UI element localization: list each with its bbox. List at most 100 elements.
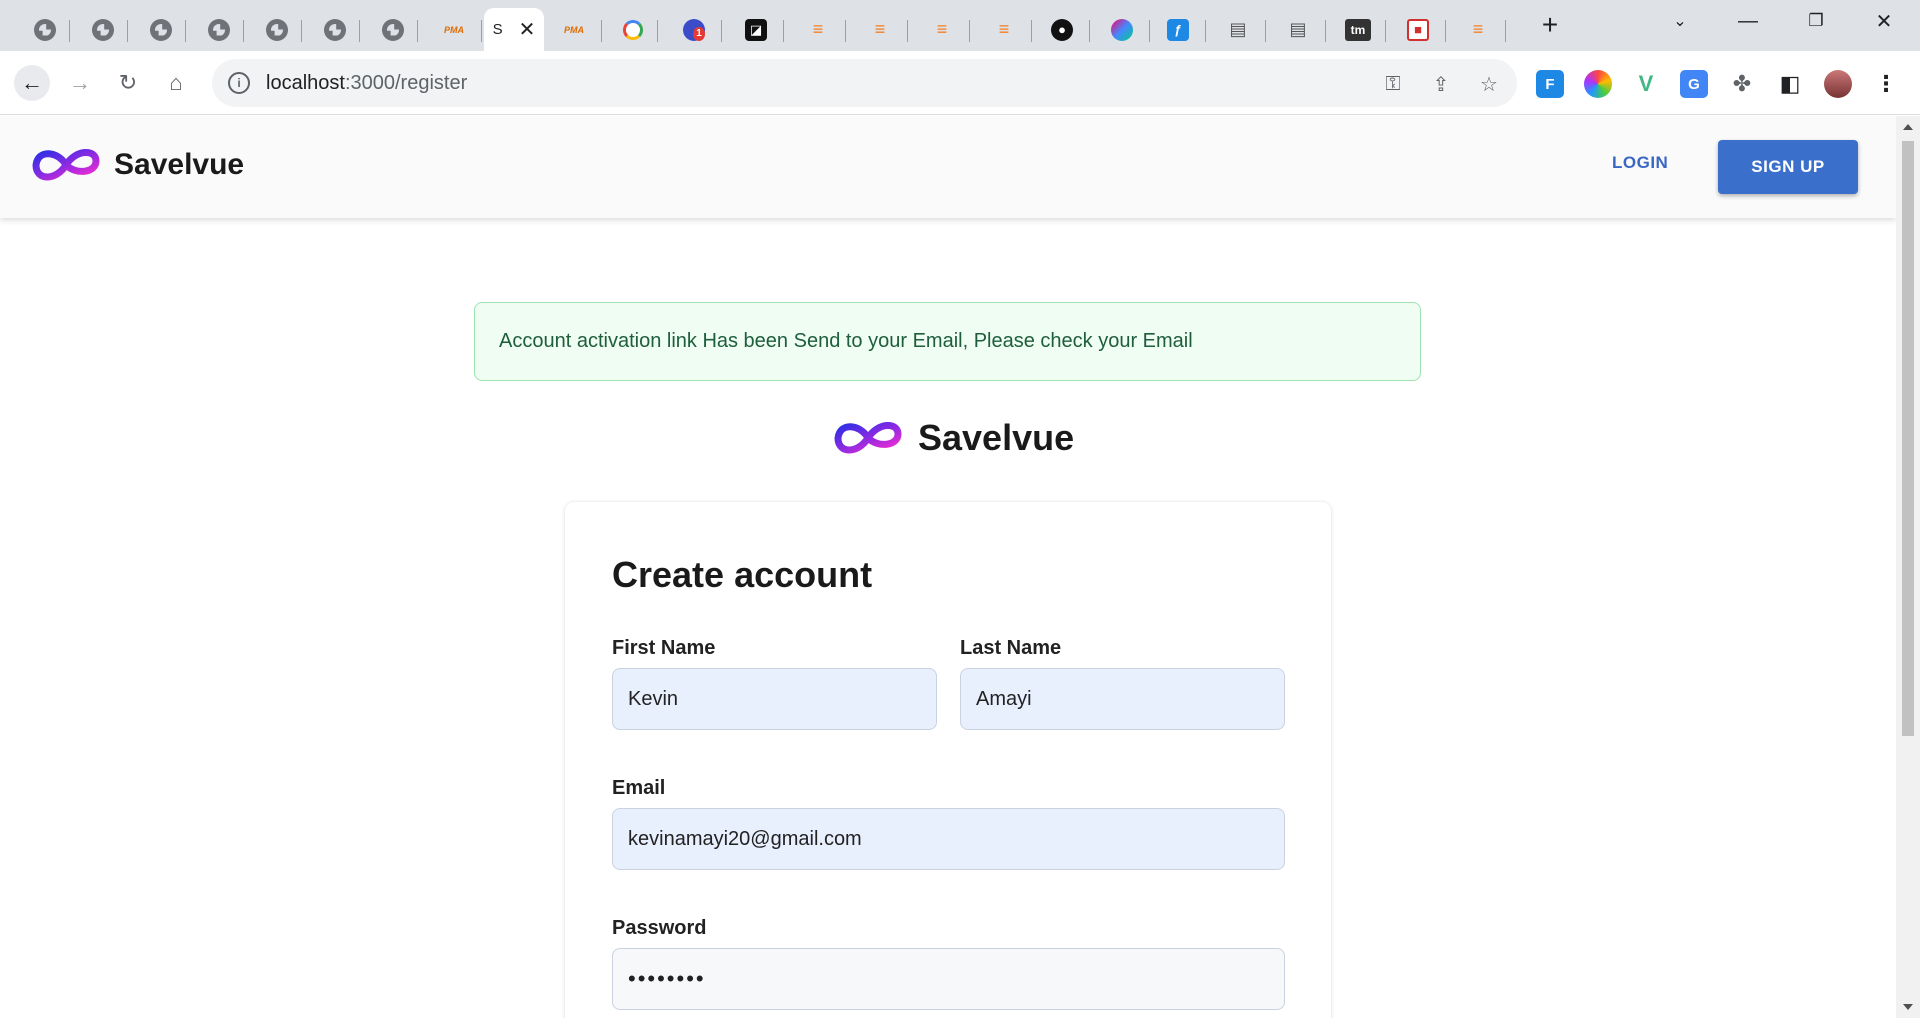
- browser-tab-stackoverflow[interactable]: ≡: [914, 8, 970, 51]
- browser-tab[interactable]: [136, 8, 186, 51]
- page-scrollbar[interactable]: [1896, 116, 1920, 1018]
- color-picker-icon[interactable]: [1584, 70, 1612, 98]
- document-icon: ▤: [1289, 19, 1307, 39]
- browser-tab-strip: PMA S ✕ PMA 1 ◪ ≡ ≡ ≡ ≡ ● ƒ ▤ ▤ tm ■ ≡ +…: [0, 0, 1920, 51]
- browser-tab[interactable]: [1094, 8, 1150, 51]
- browser-tab-pma[interactable]: PMA: [546, 8, 602, 51]
- globe-icon: [382, 18, 404, 41]
- browser-tab-github[interactable]: ●: [1034, 8, 1090, 51]
- register-card: Create account First Name Last Name Emai…: [564, 501, 1332, 1018]
- reload-icon[interactable]: ↻: [110, 65, 146, 101]
- browser-tab-active[interactable]: S ✕: [484, 8, 544, 51]
- close-window-icon[interactable]: ✕: [1864, 6, 1904, 36]
- email-label: Email: [612, 777, 666, 799]
- address-bar[interactable]: i localhost:3000/register ⚿ ⇪ ☆: [212, 59, 1517, 107]
- restore-icon[interactable]: ❐: [1796, 6, 1836, 36]
- phpmyadmin-icon: PMA: [564, 24, 584, 35]
- brand-name: Savelvue: [114, 148, 245, 181]
- tab-title: S: [492, 21, 503, 38]
- document-icon: ▤: [1229, 19, 1247, 39]
- url-text[interactable]: localhost:3000/register: [266, 72, 467, 95]
- last-name-input[interactable]: [960, 668, 1285, 730]
- vue-devtools-icon[interactable]: V: [1632, 70, 1660, 98]
- app-icon: ◪: [745, 18, 767, 41]
- browser-tab[interactable]: ■: [1390, 8, 1446, 51]
- browser-tab[interactable]: 1: [666, 8, 722, 51]
- puzzle-icon[interactable]: ✤: [1728, 70, 1756, 98]
- scrollbar-thumb[interactable]: [1902, 141, 1914, 736]
- back-arrow-icon[interactable]: ←: [14, 65, 50, 101]
- form-title: Create account: [612, 554, 873, 595]
- success-alert: Account activation link Has been Send to…: [474, 302, 1421, 381]
- github-icon: ●: [1051, 18, 1073, 41]
- close-icon[interactable]: ✕: [519, 17, 536, 42]
- password-label: Password: [612, 917, 707, 939]
- home-icon[interactable]: ⌂: [158, 65, 194, 101]
- browser-tab[interactable]: ▤: [1270, 8, 1326, 51]
- globe-icon: [150, 18, 172, 41]
- email-input[interactable]: [612, 808, 1285, 870]
- scroll-down-arrow-icon[interactable]: [1903, 1004, 1913, 1010]
- tab-search-icon[interactable]: ⌄: [1660, 6, 1700, 36]
- bookmark-star-icon[interactable]: ☆: [1476, 71, 1502, 97]
- pdf-icon: ■: [1407, 18, 1429, 41]
- browser-tab[interactable]: [78, 8, 128, 51]
- infinity-logo-icon: [834, 422, 902, 454]
- key-icon[interactable]: ⚿: [1380, 71, 1406, 97]
- infinity-logo-icon: [32, 149, 100, 181]
- browser-tab[interactable]: [310, 8, 360, 51]
- globe-icon: [266, 18, 288, 41]
- stackoverflow-icon: ≡: [1472, 19, 1484, 39]
- globe-icon: [208, 18, 230, 41]
- first-name-label: First Name: [612, 637, 716, 659]
- browser-tab-pma[interactable]: PMA: [426, 8, 482, 51]
- globe-icon: [92, 18, 114, 41]
- side-panel-icon[interactable]: ◧: [1776, 70, 1804, 98]
- stackoverflow-icon: ≡: [936, 19, 948, 39]
- extension-icon[interactable]: F: [1536, 70, 1564, 98]
- minimize-icon[interactable]: —: [1728, 6, 1768, 36]
- login-link[interactable]: LOGIN: [1612, 153, 1668, 173]
- app-icon: tm: [1345, 18, 1371, 41]
- browser-tab[interactable]: [252, 8, 302, 51]
- browser-tab[interactable]: [20, 8, 70, 51]
- password-input[interactable]: [612, 948, 1285, 1010]
- browser-tab[interactable]: ƒ: [1150, 8, 1206, 51]
- info-icon[interactable]: i: [228, 72, 250, 94]
- avatar[interactable]: [1824, 70, 1852, 98]
- site-navbar: Savelvue LOGIN SIGN UP: [0, 116, 1896, 218]
- globe-icon: [34, 18, 56, 41]
- brand-name: Savelvue: [918, 417, 1075, 458]
- signup-button[interactable]: SIGN UP: [1718, 140, 1858, 194]
- globe-icon: [324, 18, 346, 41]
- browser-tab-stackoverflow[interactable]: ≡: [852, 8, 908, 51]
- browser-tab[interactable]: ▤: [1210, 8, 1266, 51]
- google-icon: [623, 19, 643, 40]
- forward-arrow-icon[interactable]: →: [62, 65, 98, 101]
- page-viewport: Savelvue LOGIN SIGN UP Account activatio…: [0, 116, 1896, 1018]
- brand[interactable]: Savelvue: [30, 141, 244, 189]
- browser-tab-stackoverflow[interactable]: ≡: [1450, 8, 1506, 51]
- form-logo: Savelvue: [832, 414, 1074, 462]
- share-icon[interactable]: ⇪: [1428, 71, 1454, 97]
- translate-icon[interactable]: G: [1680, 70, 1708, 98]
- stackoverflow-icon: ≡: [812, 19, 824, 39]
- browser-tab-stackoverflow[interactable]: ≡: [790, 8, 846, 51]
- browser-tab[interactable]: tm: [1330, 8, 1386, 51]
- browser-tab[interactable]: [608, 8, 658, 51]
- browser-tab-stackoverflow[interactable]: ≡: [976, 8, 1032, 51]
- notification-icon: 1: [683, 18, 705, 41]
- stackoverflow-icon: ≡: [874, 19, 886, 39]
- more-menu-icon[interactable]: ⋮: [1872, 70, 1900, 98]
- new-tab-button[interactable]: +: [1535, 9, 1565, 40]
- browser-tab[interactable]: [194, 8, 244, 51]
- phpmyadmin-icon: PMA: [444, 24, 464, 35]
- first-name-input[interactable]: [612, 668, 937, 730]
- app-icon: [1111, 18, 1133, 41]
- stackoverflow-icon: ≡: [998, 19, 1010, 39]
- browser-tab[interactable]: ◪: [728, 8, 784, 51]
- last-name-label: Last Name: [960, 637, 1062, 659]
- scroll-up-arrow-icon[interactable]: [1903, 124, 1913, 130]
- alert-message: Account activation link Has been Send to…: [499, 330, 1193, 352]
- browser-tab[interactable]: [368, 8, 418, 51]
